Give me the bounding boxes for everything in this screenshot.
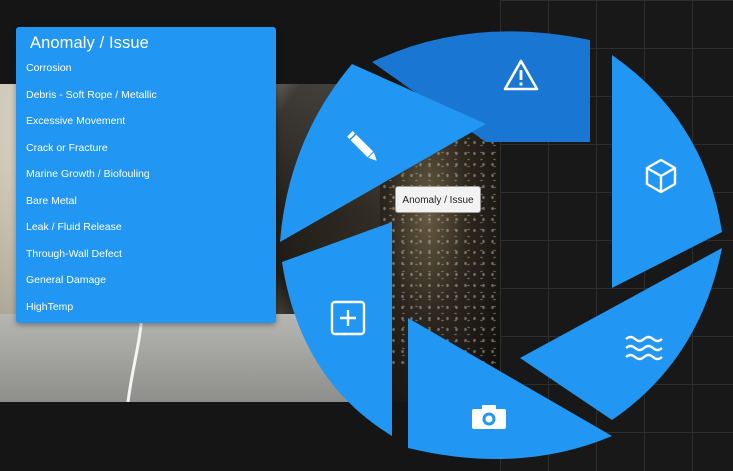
radial-segment-3d-model[interactable] xyxy=(612,55,722,288)
radial-menu xyxy=(280,31,722,460)
segment-tooltip: Anomaly / Issue xyxy=(395,186,481,213)
radial-segment-add[interactable] xyxy=(282,222,392,436)
